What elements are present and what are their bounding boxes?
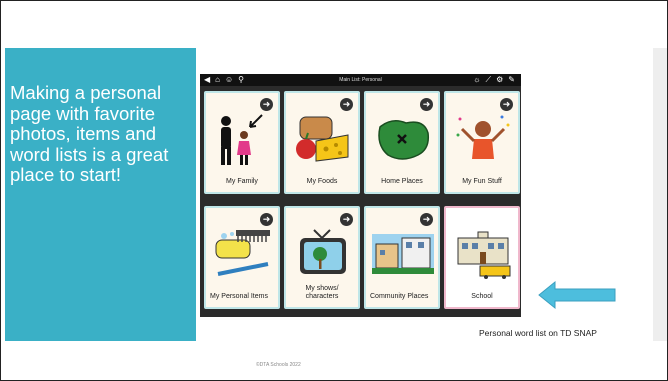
foods-icon — [296, 116, 349, 162]
grey-side-panel — [653, 48, 667, 341]
chart-icon[interactable]: ⟋ — [486, 74, 492, 86]
personal-items-icon — [215, 230, 270, 276]
tile-home-places[interactable]: ➜ Home Places — [364, 91, 440, 194]
arrow-right-icon: ➜ — [420, 98, 433, 111]
tile-school[interactable]: School — [444, 206, 520, 309]
tile-my-family[interactable]: ➜ My Family — [204, 91, 280, 194]
home-icon[interactable]: ⌂ — [215, 74, 220, 86]
tile-label: School — [471, 293, 493, 300]
tile-my-fun-stuff[interactable]: ➜ My Fun Stuff — [444, 91, 520, 194]
search-icon[interactable]: ⚲ — [238, 74, 244, 86]
arrow-right-icon: ➜ — [420, 213, 433, 226]
arrow-right-icon: ➜ — [340, 98, 353, 111]
tile-community-places[interactable]: ➜ Community Places — [364, 206, 440, 309]
tile-label: My Foods — [306, 178, 338, 185]
brightness-icon[interactable]: ☼ — [473, 74, 480, 86]
fun-icon — [456, 115, 510, 159]
slide-text: Making a personal page with favorite pho… — [10, 82, 169, 185]
tv-icon — [300, 229, 346, 274]
pointer-arrow-icon — [538, 280, 616, 310]
arrow-right-icon: ➜ — [260, 213, 273, 226]
settings-icon[interactable]: ⚙ — [496, 74, 503, 86]
edit-icon[interactable]: ✎ — [508, 74, 515, 86]
slide: Making a personal page with favorite pho… — [0, 0, 668, 381]
tile-my-foods[interactable]: ➜ My Foods — [284, 91, 360, 194]
tile-my-shows-characters[interactable]: ➜ My shows/ characters — [284, 206, 360, 309]
tile-label: Home Places — [381, 178, 423, 185]
back-icon[interactable]: ◀ — [204, 74, 210, 86]
arrow-right-icon: ➜ — [340, 213, 353, 226]
community-icon — [372, 234, 434, 274]
tile-label: Community Places — [370, 293, 429, 300]
arrow-right-icon: ➜ — [500, 98, 513, 111]
tile-label: My Personal Items — [210, 293, 268, 300]
people-icon[interactable]: ☺ — [225, 74, 233, 86]
school-icon — [457, 231, 511, 279]
caption: Personal word list on TD SNAP — [479, 328, 597, 338]
footer-copyright: ©DTA Schools 2022 — [256, 362, 301, 368]
tile-my-personal-items[interactable]: ➜ My Personal Items — [204, 206, 280, 309]
tile-label: My shows/ characters — [305, 285, 339, 300]
family-icon — [221, 114, 263, 165]
td-snap-screen: Main List: Personal ◀ ⌂ ☺ ⚲ ☼ ⟋ ⚙ ✎ ➜ My… — [200, 74, 521, 317]
tile-label: My Fun Stuff — [462, 178, 502, 185]
tile-label: My Family — [226, 178, 258, 185]
arrow-right-icon: ➜ — [260, 98, 273, 111]
map-icon — [378, 120, 430, 160]
device-toolbar: Main List: Personal ◀ ⌂ ☺ ⚲ ☼ ⟋ ⚙ ✎ — [200, 74, 521, 86]
